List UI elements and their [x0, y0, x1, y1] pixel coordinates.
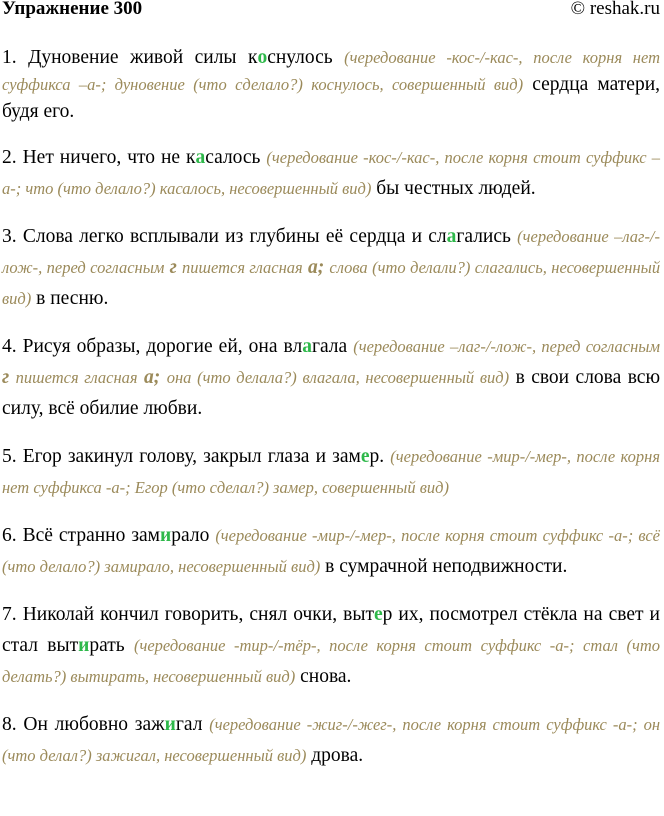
item-text: Слова легко всплывали из глубины её серд…	[22, 226, 447, 247]
item-number: 6.	[2, 525, 17, 546]
item-text: рать	[89, 635, 125, 656]
page-title: Упражнение 300	[2, 0, 143, 19]
item-note-emphasis: г	[2, 367, 10, 388]
item-text: гал	[175, 714, 203, 735]
list-item: 4. Рисуя образы, дорогие ей, она влагала…	[2, 331, 660, 424]
item-text: гались	[456, 226, 511, 247]
item-number: 8.	[2, 714, 17, 735]
item-number: 7.	[2, 604, 17, 625]
item-note-emphasis: г	[169, 257, 177, 278]
highlighted-letter: а	[302, 336, 312, 357]
list-item: 6. Всё странно замирало (чередование -ми…	[2, 520, 660, 582]
item-text: снова.	[300, 666, 352, 687]
highlighted-letter: и	[164, 714, 176, 735]
item-note-emphasis: а;	[307, 257, 325, 278]
exercise-list: 1. Дуновение живой силы коснулось (черед…	[2, 44, 660, 788]
item-text: снулось	[267, 47, 333, 68]
highlighted-letter: о	[257, 47, 268, 68]
item-text: р.	[369, 446, 385, 467]
item-text: Николай кончил говорить, снял очки, выт	[22, 604, 374, 625]
header: Упражнение 300 © reshak.ru	[2, 0, 660, 26]
item-text: в песню.	[36, 288, 109, 309]
item-number: 4.	[2, 336, 17, 357]
page: Упражнение 300 © reshak.ru 1. Дуновение …	[0, 0, 664, 816]
item-number: 5.	[2, 446, 17, 467]
highlighted-letter: е	[360, 446, 370, 467]
item-note: она (что делала?) влагала, несовершенный…	[166, 368, 510, 387]
site-credit: © reshak.ru	[570, 0, 660, 19]
list-item: 5. Егор закинул голову, закрыл глаза и з…	[2, 441, 660, 503]
item-text: рало	[171, 525, 210, 546]
highlighted-letter: а	[195, 147, 206, 168]
highlighted-letter: а	[446, 226, 457, 247]
list-item: 1. Дуновение живой силы коснулось (черед…	[2, 44, 660, 125]
highlighted-letter: и	[160, 525, 172, 546]
item-text: Рисуя образы, дорогие ей, она вл	[22, 336, 303, 357]
item-note: (чередование –лаг-/-лож-, перед согласны…	[353, 337, 660, 356]
list-item: 2. Нет ничего, что не касалось (чередова…	[2, 142, 660, 204]
item-text: Дуновение живой силы к	[28, 47, 258, 68]
item-text: Он любовно заж	[23, 714, 165, 735]
item-text: бы честных людей.	[376, 178, 536, 199]
highlighted-letter: е	[373, 604, 383, 625]
item-text: Егор закинул голову, закрыл глаза и зам	[22, 446, 361, 467]
item-text: в сумрачной неподвижности.	[325, 556, 568, 577]
list-item: 8. Он любовно зажигал (чередование -жиг-…	[2, 709, 660, 771]
item-note: пишется гласная	[15, 368, 138, 387]
highlighted-letter: и	[78, 635, 90, 656]
list-item: 3. Слова легко всплывали из глубины её с…	[2, 221, 660, 314]
item-text: Нет ничего, что не к	[22, 147, 196, 168]
item-note-emphasis: а;	[144, 367, 161, 388]
item-text: Всё странно зам	[22, 525, 161, 546]
item-text: салось	[205, 147, 261, 168]
item-number: 1.	[2, 47, 17, 68]
item-number: 2.	[2, 147, 17, 168]
item-text: гала	[311, 336, 348, 357]
item-text: дрова.	[311, 745, 364, 766]
item-number: 3.	[2, 226, 17, 247]
item-note: пишется гласная	[182, 258, 303, 277]
list-item: 7. Николай кончил говорить, снял очки, в…	[2, 599, 660, 692]
